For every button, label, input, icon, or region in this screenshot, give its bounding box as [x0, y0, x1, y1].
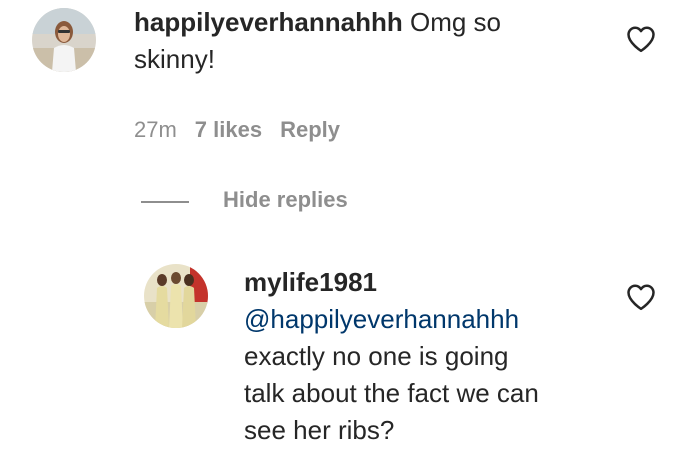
reply-button[interactable]: Reply [280, 117, 340, 142]
reply-text-line: talk about the fact we can [244, 378, 539, 408]
comment-username[interactable]: happilyeverhannahhh [134, 7, 403, 37]
reply-body: mylife1981 @happilyeverhannahhh exactly … [244, 264, 539, 449]
hide-replies-divider [141, 201, 189, 203]
comment-likes[interactable]: 7 likes [195, 117, 262, 142]
avatar-happilyeverhannahhh[interactable] [32, 8, 96, 72]
profile-photo [144, 264, 208, 328]
comment-meta: 27m 7 likes Reply [134, 117, 340, 143]
reply-mention[interactable]: @happilyeverhannahhh [244, 304, 519, 334]
comment-text-line2: skinny! [134, 44, 215, 74]
heart-icon [627, 26, 655, 53]
profile-photo [32, 8, 96, 72]
like-reply-button[interactable] [626, 283, 656, 311]
comment-text-line1: Omg so [409, 7, 501, 37]
heart-icon [627, 284, 655, 311]
comment-body: happilyeverhannahhh Omg so skinny! [134, 4, 501, 78]
reply-username[interactable]: mylife1981 [244, 267, 377, 297]
reply-text-line: exactly no one is going [244, 341, 509, 371]
comment-time: 27m [134, 117, 177, 142]
hide-replies-button[interactable]: Hide replies [223, 187, 348, 213]
reply-text-line: see her ribs? [244, 415, 395, 445]
avatar-mylife1981[interactable] [144, 264, 208, 328]
like-comment-button[interactable] [626, 25, 656, 53]
